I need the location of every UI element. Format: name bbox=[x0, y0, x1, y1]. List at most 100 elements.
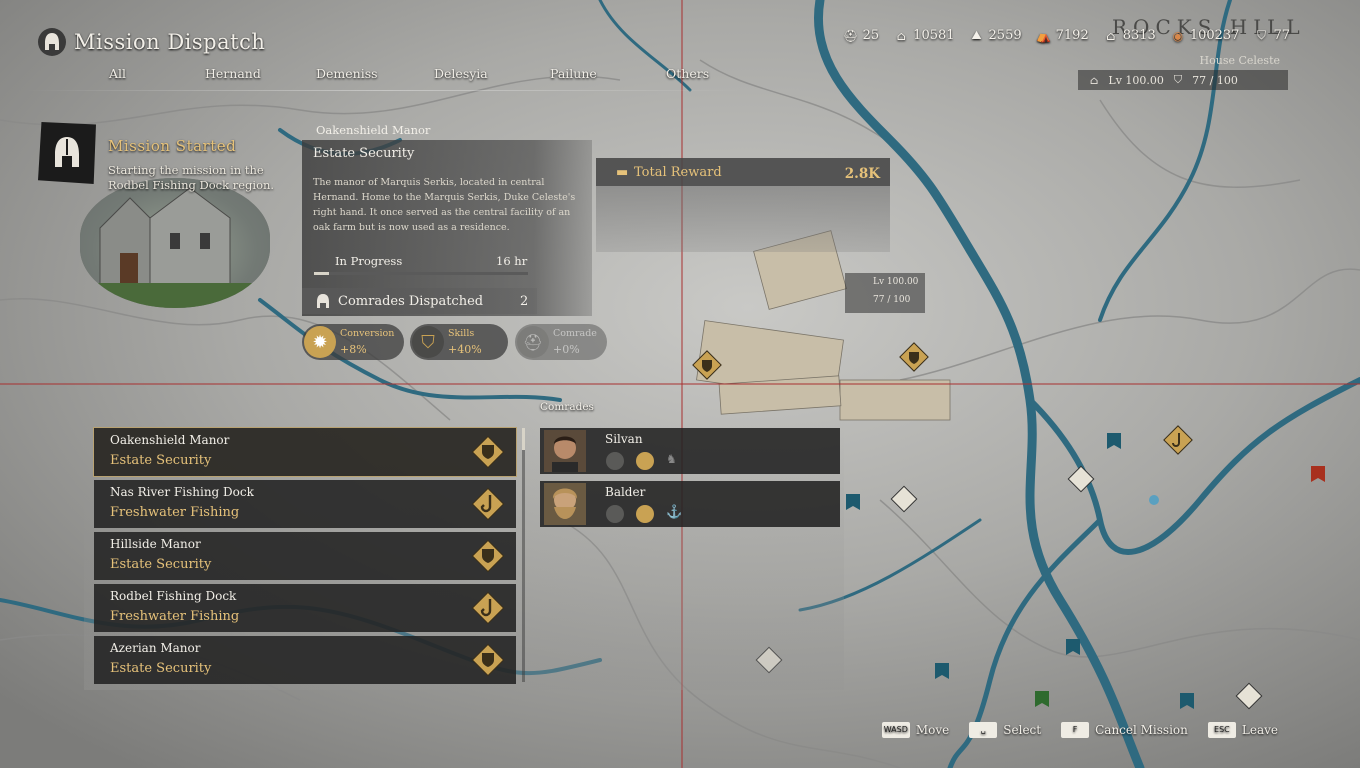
mission-name: Azerian Manor bbox=[110, 641, 201, 655]
map-marker-flag-icon[interactable] bbox=[1106, 432, 1122, 456]
bonus-conversion[interactable]: ✹ Conversion +8% bbox=[302, 324, 404, 360]
tab-pailune[interactable]: Pailune bbox=[550, 66, 597, 81]
dispatched-label: Comrades Dispatched bbox=[338, 293, 484, 309]
map-marker-diamond-icon[interactable] bbox=[1235, 682, 1263, 710]
hint-cancel-mission[interactable]: F Cancel Mission bbox=[1061, 722, 1188, 738]
tab-all[interactable]: All bbox=[109, 66, 126, 81]
resource-fields: ⛰ 2559 bbox=[969, 28, 1021, 43]
manor-image bbox=[80, 178, 270, 308]
mission-started-desc: Starting the mission in the Rodbel Fishi… bbox=[108, 163, 275, 192]
tab-divider bbox=[24, 90, 744, 91]
gold-shield-skill-icon bbox=[636, 452, 654, 470]
mission-name: Oakenshield Manor bbox=[110, 433, 230, 447]
mission-type: Freshwater Fishing bbox=[110, 505, 240, 520]
tab-delesyia[interactable]: Delesyia bbox=[434, 66, 488, 81]
mission-list-scrollbar[interactable] bbox=[522, 428, 525, 682]
helmet-icon: ⛑ bbox=[843, 28, 859, 43]
gold-shield-skill-icon bbox=[636, 505, 654, 523]
house-status-bar: ⌂ Lv 100.00 ⛉ 77 / 100 bbox=[1078, 70, 1288, 90]
progress-track bbox=[314, 272, 528, 275]
comrade-row[interactable]: Balder ⚓ bbox=[540, 481, 840, 527]
shield-badge-icon bbox=[471, 435, 505, 469]
tent-icon: ⛺ bbox=[1036, 28, 1052, 43]
mission-name: Nas River Fishing Dock bbox=[110, 485, 254, 499]
house-status: House Celeste ⌂ Lv 100.00 ⛉ 77 / 100 bbox=[1078, 52, 1288, 90]
hint-label: Leave bbox=[1241, 723, 1278, 737]
map-marker-shield-icon[interactable] bbox=[692, 350, 722, 380]
chest-icon: ▬ bbox=[616, 165, 629, 180]
mission-type: Estate Security bbox=[110, 661, 212, 676]
hint-leave[interactable]: ESC Leave bbox=[1207, 722, 1278, 738]
house-icon: ⌂ bbox=[896, 28, 906, 43]
map-marker-flag-icon[interactable] bbox=[1179, 692, 1195, 716]
key-f: F bbox=[1061, 722, 1090, 738]
key-space: ␣ bbox=[969, 722, 998, 738]
total-reward-label: Total Reward bbox=[634, 165, 722, 180]
hint-move[interactable]: WASD Move bbox=[881, 722, 950, 738]
fields-icon: ⛰ bbox=[971, 28, 982, 42]
comrades-label: Comrades bbox=[540, 401, 594, 413]
map-marker-level[interactable]: Lv 100.00 77 / 100 bbox=[845, 273, 925, 313]
resource-barracks: ⌂ 8313 bbox=[1103, 28, 1156, 43]
conversion-icon: ✹ bbox=[304, 326, 336, 358]
mission-row[interactable]: Azerian Manor Estate Security bbox=[94, 636, 516, 684]
mission-name: Hillside Manor bbox=[110, 537, 201, 551]
hint-label: Select bbox=[1003, 723, 1042, 737]
resource-bar: ⛑ 25 ⌂ 10581 ⛰ 2559 ⛺ 7192 ⌂ 8313 ◉ 100237 ⛉ 77 bbox=[843, 28, 1290, 43]
bonus-comrade[interactable]: ⛑ Comrade +0% bbox=[515, 324, 607, 360]
map-marker-flag-icon[interactable] bbox=[1310, 465, 1326, 489]
bonus-value: +40% bbox=[448, 343, 482, 356]
progress-fill bbox=[314, 272, 329, 275]
bonus-skills[interactable]: ⛉ Skills +40% bbox=[410, 324, 508, 360]
house-crest: 77 / 100 bbox=[1192, 73, 1238, 87]
shield-skill-icon bbox=[606, 505, 624, 523]
helmet-icon bbox=[38, 28, 66, 56]
skills-shield-icon: ⛉ bbox=[412, 326, 444, 358]
house-name: House Celeste bbox=[1199, 54, 1280, 67]
mission-row[interactable]: Rodbel Fishing Dock Freshwater Fishing bbox=[94, 584, 516, 632]
resource-value: 25 bbox=[862, 28, 880, 43]
map-marker-diamond-icon[interactable] bbox=[890, 485, 918, 513]
map-marker-flag-icon[interactable] bbox=[845, 493, 861, 517]
mission-row[interactable]: Hillside Manor Estate Security bbox=[94, 532, 516, 580]
hint-label: Move bbox=[915, 723, 950, 737]
progress-label: In Progress bbox=[335, 254, 403, 268]
comrade-row[interactable]: Silvan ♞ bbox=[540, 428, 840, 474]
mission-name: Rodbel Fishing Dock bbox=[110, 589, 237, 603]
map-marker-level-label: Lv 100.00 bbox=[873, 277, 919, 287]
bonus-value: +0% bbox=[553, 343, 580, 356]
total-reward-value: 2.8K bbox=[844, 166, 880, 182]
mission-type: Estate Security bbox=[110, 557, 212, 572]
map-marker-dot[interactable] bbox=[1149, 495, 1159, 505]
mission-row[interactable]: Nas River Fishing Dock Freshwater Fishin… bbox=[94, 480, 516, 528]
avatar bbox=[544, 483, 586, 525]
house-level: Lv 100.00 bbox=[1108, 73, 1164, 87]
mission-list-scroll-thumb[interactable] bbox=[522, 428, 525, 450]
hook-badge-icon bbox=[471, 591, 505, 625]
barracks-icon: ⌂ bbox=[1106, 28, 1116, 43]
region-tabs: All Hernand Demeniss Delesyia Pailune Ot… bbox=[90, 66, 730, 88]
map-marker-flag-icon[interactable] bbox=[934, 662, 950, 686]
bonus-name: Conversion bbox=[340, 328, 395, 339]
map-marker-hook-icon[interactable] bbox=[1163, 425, 1193, 455]
hint-select[interactable]: ␣ Select bbox=[969, 722, 1041, 738]
avatar bbox=[544, 430, 586, 472]
key-esc: ESC bbox=[1207, 722, 1236, 738]
map-marker-flag-icon[interactable] bbox=[1034, 690, 1050, 714]
resource-value: 8313 bbox=[1122, 28, 1156, 43]
resource-helmet: ⛑ 25 bbox=[843, 28, 880, 43]
tab-hernand[interactable]: Hernand bbox=[205, 66, 261, 81]
mission-row[interactable]: Oakenshield Manor Estate Security bbox=[93, 427, 517, 477]
tab-demeniss[interactable]: Demeniss bbox=[316, 66, 378, 81]
mission-type: Freshwater Fishing bbox=[110, 609, 240, 624]
comrade-name: Silvan bbox=[605, 432, 643, 446]
shield-skill-icon bbox=[606, 452, 624, 470]
helmet-icon bbox=[317, 294, 329, 308]
mission-description: The manor of Marquis Serkis, located in … bbox=[313, 177, 576, 233]
mission-type: Estate Security bbox=[313, 146, 415, 161]
resource-house: ⌂ 10581 bbox=[893, 28, 955, 43]
tab-others[interactable]: Others bbox=[666, 66, 709, 81]
map-marker-shield-icon[interactable] bbox=[899, 342, 929, 372]
map-marker-flag-icon[interactable] bbox=[1065, 638, 1081, 662]
map-marker-diamond-icon[interactable] bbox=[1067, 465, 1095, 493]
